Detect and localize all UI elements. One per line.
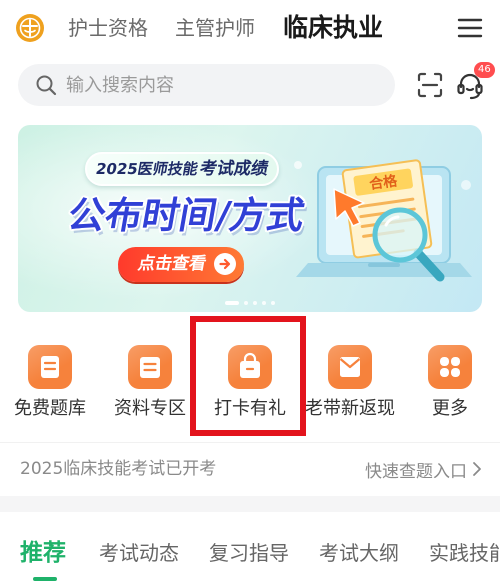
quick-question-lookup-link[interactable]: 快速查题入口 <box>365 443 482 495</box>
notification-badge: 46 <box>474 62 495 78</box>
banner-headline: 公布时间/方式 <box>64 194 308 237</box>
tab-review-guide[interactable]: 复习指导 <box>209 535 289 571</box>
logo-icon[interactable] <box>16 14 44 42</box>
tab-practical-skills[interactable]: 实践技能 <box>429 535 500 571</box>
section-divider <box>0 496 500 512</box>
carousel-dot[interactable] <box>244 301 248 305</box>
hamburger-menu-icon[interactable] <box>457 17 483 39</box>
tab-supervising-nurse[interactable]: 主管护师 <box>175 11 255 45</box>
tab-exam-news[interactable]: 考试动态 <box>99 535 179 571</box>
materials-icon <box>128 345 172 389</box>
search-bar[interactable] <box>18 64 395 106</box>
quick-entry-label: 免费题库 <box>14 398 86 419</box>
quick-entry-free-question-bank[interactable]: 免费题库 <box>0 340 100 430</box>
banner-tag-prefix: 2025医师技能 <box>94 160 200 178</box>
carousel-indicator <box>18 300 482 306</box>
banner-cta-button[interactable]: 点击查看 <box>118 247 244 282</box>
tab-exam-syllabus[interactable]: 考试大纲 <box>319 535 399 571</box>
banner-tag: 2025医师技能考试成绩 <box>85 152 279 186</box>
banner-cta-label: 点击查看 <box>136 254 208 274</box>
quick-entry-referral-cashback[interactable]: 老带新返现 <box>300 340 400 430</box>
quick-entry-materials[interactable]: 资料专区 <box>100 340 200 430</box>
quick-question-lookup-label: 快速查题入口 <box>365 461 467 482</box>
notice-text: 2025临床技能考试已开考 <box>20 459 217 479</box>
search-input[interactable] <box>66 64 381 106</box>
envelope-icon <box>328 345 372 389</box>
quick-entry-label: 资料专区 <box>114 398 186 419</box>
arrow-right-circle-icon <box>214 253 236 275</box>
scan-icon[interactable] <box>417 72 443 98</box>
banner-tag-emphasis: 考试成绩 <box>197 159 270 179</box>
exam-result-illustration: 合格 <box>294 159 472 282</box>
quick-entry-label: 更多 <box>432 398 468 419</box>
carousel-dot[interactable] <box>271 301 275 305</box>
quick-entry-more[interactable]: 更多 <box>400 340 500 430</box>
tab-nurse-qualification[interactable]: 护士资格 <box>68 11 148 45</box>
carousel-dot[interactable] <box>262 301 266 305</box>
exam-notice-bar[interactable]: 2025临床技能考试已开考 快速查题入口 <box>0 442 500 494</box>
tab-recommended[interactable]: 推荐 <box>20 535 66 571</box>
highlight-box <box>190 316 306 436</box>
feed-tab-bar: 推荐 考试动态 复习指导 考试大纲 实践技能 <box>0 535 500 586</box>
tab-clinical-practitioner[interactable]: 临床执业 <box>283 11 383 45</box>
quick-entry-label: 老带新返现 <box>305 398 395 419</box>
carousel-dot[interactable] <box>253 301 257 305</box>
promo-banner[interactable]: 2025医师技能考试成绩 公布时间/方式 点击查看 合格 <box>18 125 482 312</box>
question-bank-icon <box>28 345 72 389</box>
chevron-right-icon <box>472 461 482 477</box>
search-icon <box>35 74 57 96</box>
more-grid-icon <box>428 345 472 389</box>
carousel-dot-active[interactable] <box>225 301 239 305</box>
active-tab-indicator <box>33 577 57 581</box>
